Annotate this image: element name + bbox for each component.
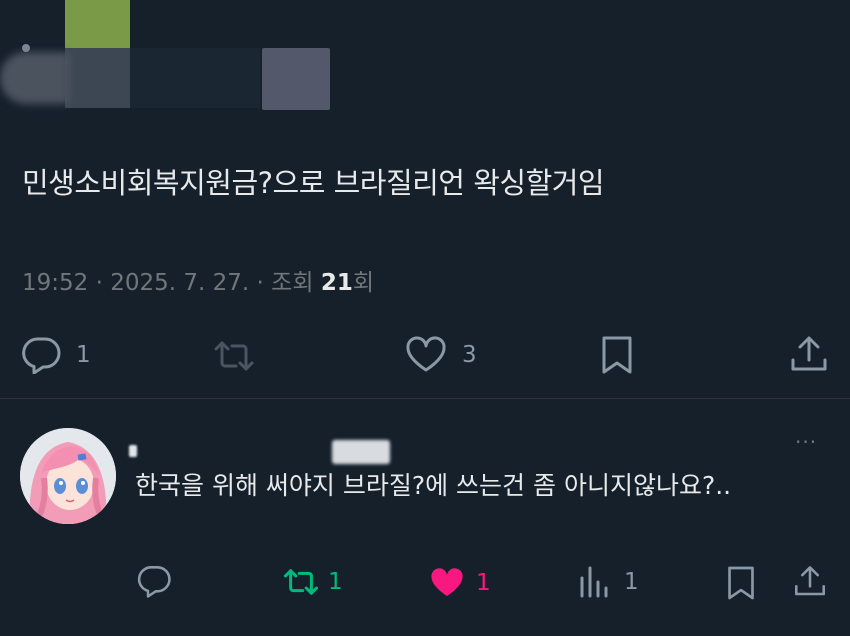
reply-retweet-button[interactable]: 1	[282, 566, 343, 598]
reply-icon	[136, 564, 172, 598]
redacted-block	[262, 48, 330, 110]
divider	[0, 398, 850, 399]
post-time: 19:52	[22, 270, 89, 296]
views-count: 21	[320, 270, 353, 296]
heart-icon	[404, 336, 448, 374]
reply-views-count: 1	[624, 569, 639, 595]
separator: ·	[256, 270, 264, 296]
more-icon[interactable]: ···	[795, 430, 817, 454]
avatar[interactable]	[20, 428, 116, 524]
bookmark-icon	[726, 564, 756, 602]
retweet-icon	[282, 566, 320, 598]
retweet-button[interactable]	[212, 338, 270, 374]
reply-views-button[interactable]: 1	[578, 564, 639, 600]
reply-like-count: 1	[476, 570, 491, 596]
reply-bookmark-button[interactable]	[726, 564, 756, 602]
bookmark-icon	[600, 334, 634, 376]
like-button[interactable]: 3	[404, 336, 477, 374]
redacted-block	[22, 44, 30, 52]
redacted-avatar-block	[65, 0, 130, 48]
reply-retweet-count: 1	[328, 569, 343, 595]
heart-icon	[428, 566, 466, 600]
share-button[interactable]	[788, 334, 830, 376]
reply-button[interactable]: 1	[20, 336, 91, 374]
like-count: 3	[462, 342, 477, 368]
reply-like-button[interactable]: 1	[428, 566, 491, 600]
redacted-block	[0, 52, 70, 104]
post-text: 민생소비회복지원금?으로 브라질리언 왁싱할거임	[22, 166, 605, 200]
reply-count: 1	[76, 342, 91, 368]
redacted-block	[65, 48, 130, 108]
redacted-block	[130, 48, 260, 108]
views-icon	[578, 564, 610, 600]
views-label: 조회	[271, 270, 314, 296]
reply-share-button[interactable]	[792, 564, 828, 600]
reply-reply-button[interactable]	[136, 564, 186, 598]
separator: ·	[95, 270, 103, 296]
post-meta: 19:52 · 2025. 7. 27. · 조회 21회	[22, 263, 374, 297]
share-icon	[792, 564, 828, 600]
post-date: 2025. 7. 27.	[110, 270, 250, 296]
bookmark-button[interactable]	[600, 334, 634, 376]
redacted-name	[129, 445, 137, 457]
share-icon	[788, 334, 830, 376]
retweet-icon	[212, 338, 256, 374]
reply-text: 한국을 위해 써야지 브라질?에 쓰는건 좀 아니지않나요?..	[135, 471, 732, 500]
views-suffix: 회	[352, 270, 374, 296]
redacted-name	[332, 440, 390, 464]
reply-icon	[20, 336, 62, 374]
